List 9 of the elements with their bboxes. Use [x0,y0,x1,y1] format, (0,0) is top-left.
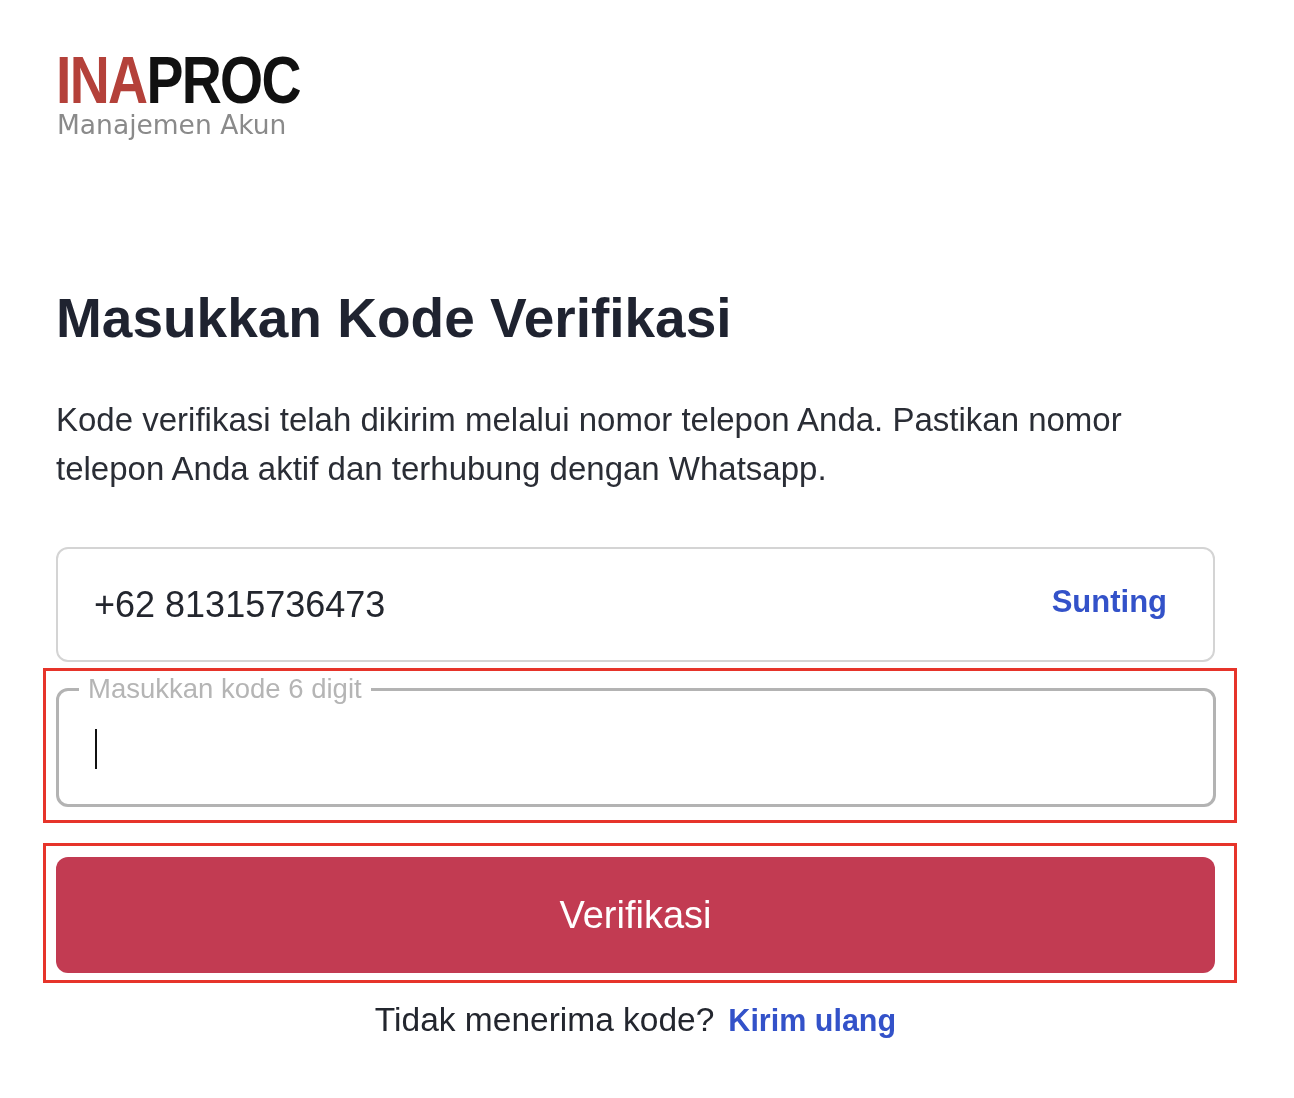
resend-prompt: Tidak menerima kode? [374,1000,715,1040]
phone-number-text: +62 81315736473 [94,582,386,627]
resend-link[interactable]: Kirim ulang [728,998,897,1044]
edit-link[interactable]: Sunting [1051,579,1167,626]
verify-button[interactable]: Verifikasi [56,857,1215,973]
description-text: Kode verifikasi telah dikirim melalui nomor telepon Anda. Pastikan nomor telepon Anda aktif dan terhubung dengan Whatsapp. [56,400,1123,489]
text-cursor [95,729,97,769]
page-heading: Masukkan Kode Verifikasi [56,287,732,349]
logo-subtitle: Manajemen Akun [57,110,287,140]
